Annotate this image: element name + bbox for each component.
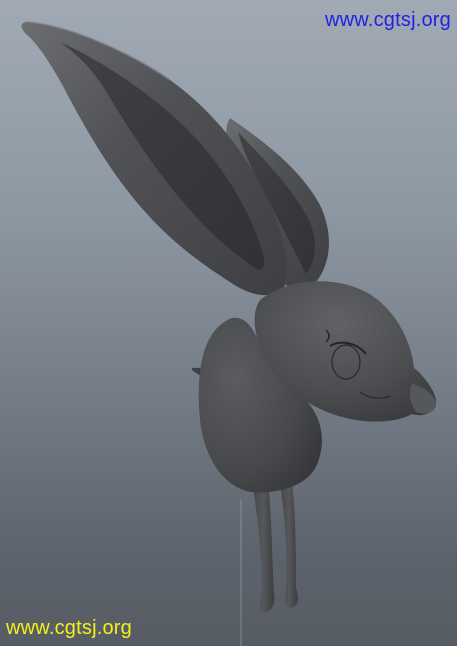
legs	[240, 480, 298, 646]
watermark-top: www.cgtsj.org	[325, 9, 451, 31]
rabbit-model	[21, 21, 436, 646]
watermark-bottom: www.cgtsj.org	[6, 617, 132, 639]
3d-viewport[interactable]: www.cgtsj.org www.cgtsj.org	[0, 0, 457, 646]
